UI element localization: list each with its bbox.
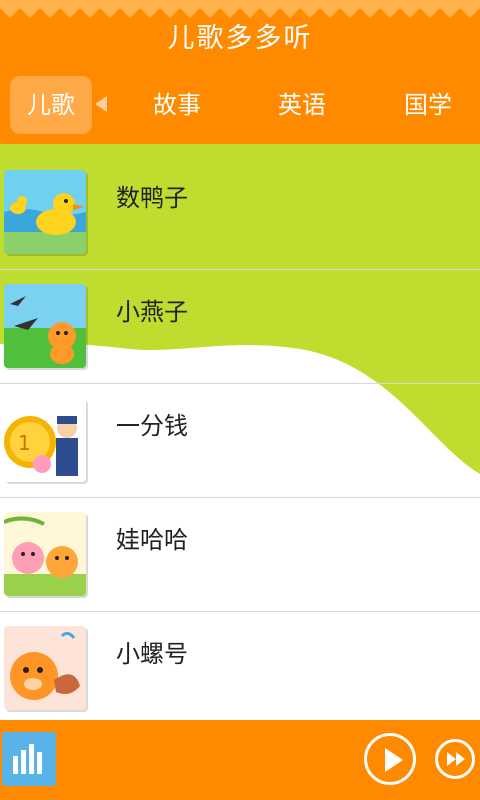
song-title: 娃哈哈 xyxy=(116,526,188,554)
player-bar xyxy=(0,720,480,800)
equalizer-icon[interactable] xyxy=(2,732,56,786)
active-tab-arrow-icon xyxy=(95,96,107,112)
list-item[interactable]: 娃哈哈 xyxy=(0,498,480,612)
tab-english[interactable]: 英语 xyxy=(260,74,344,136)
tab-chinese-classics[interactable]: 国学 xyxy=(386,74,470,136)
song-title: 数鸭子 xyxy=(116,184,188,212)
tab-label: 国学 xyxy=(404,91,452,119)
conch-icon xyxy=(4,626,86,710)
svg-text:1: 1 xyxy=(18,431,31,455)
swallow-icon xyxy=(4,284,86,368)
app-title: 儿歌多多听 xyxy=(167,23,313,54)
fast-forward-icon[interactable] xyxy=(435,739,475,779)
song-title: 小螺号 xyxy=(116,640,188,668)
song-title: 小燕子 xyxy=(116,298,188,326)
song-list[interactable]: 数鸭子 小燕子 1 一分钱 娃哈哈 小螺号 xyxy=(0,144,480,720)
tab-stories[interactable]: 故事 xyxy=(135,74,219,136)
play-icon[interactable] xyxy=(364,733,416,785)
tab-label: 故事 xyxy=(153,91,201,119)
list-item[interactable]: 小燕子 xyxy=(0,270,480,384)
coin-icon: 1 xyxy=(4,398,86,482)
tab-label: 儿歌 xyxy=(27,91,75,119)
list-item[interactable]: 小螺号 xyxy=(0,612,480,720)
duck-icon xyxy=(4,170,86,254)
list-item[interactable]: 1 一分钱 xyxy=(0,384,480,498)
tab-label: 英语 xyxy=(278,91,326,119)
category-tabs: 儿歌 故事 英语 国学 xyxy=(0,74,480,136)
list-item[interactable]: 数鸭子 xyxy=(0,156,480,270)
kids-icon xyxy=(4,512,86,596)
tab-nursery-rhymes[interactable]: 儿歌 xyxy=(10,76,107,134)
app-header: 儿歌多多听 儿歌 故事 英语 国学 xyxy=(0,0,480,144)
song-title: 一分钱 xyxy=(116,412,188,440)
